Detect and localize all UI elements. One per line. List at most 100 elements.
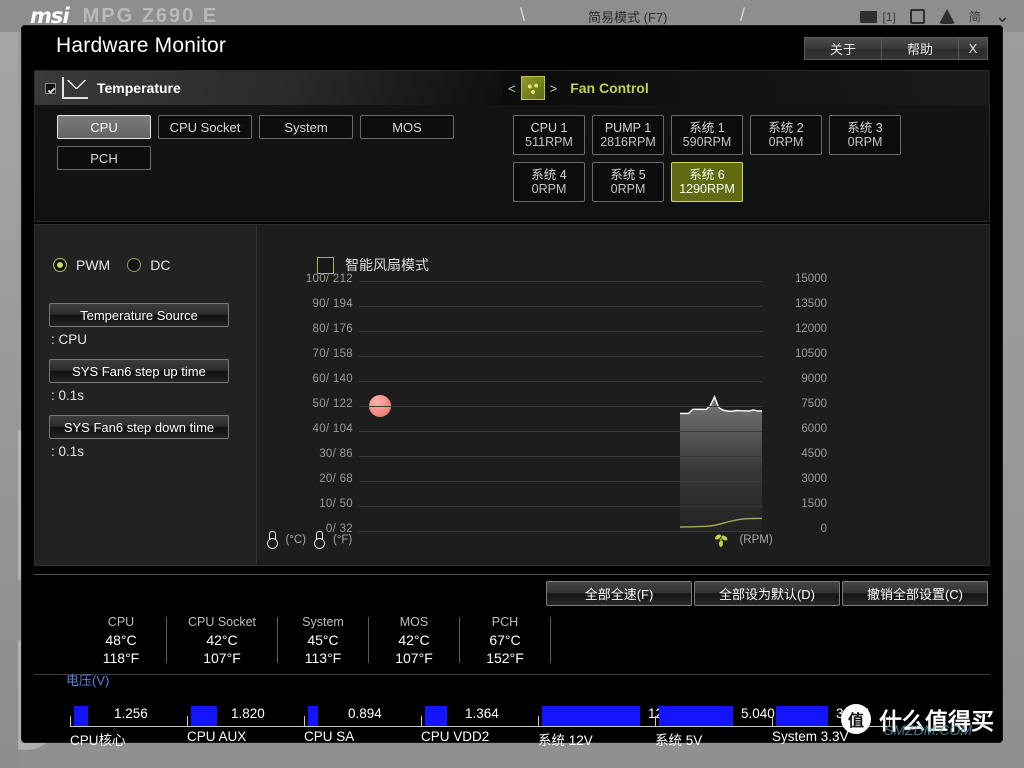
- window-titlebar: Hardware Monitor 关于 帮助 X: [22, 26, 1002, 70]
- sensor-pch: PCH 67°C 152°F: [460, 614, 550, 667]
- y-axis-tick-right: 1500: [771, 498, 827, 510]
- y-axis-tick-right: 3000: [771, 473, 827, 485]
- fan-button-cpu1[interactable]: CPU 1 511RPM: [513, 115, 585, 155]
- sensor-celsius: 48°C: [76, 631, 166, 649]
- legend-rpm-label: (RPM): [739, 534, 772, 546]
- help-button[interactable]: 帮助: [881, 37, 959, 60]
- fan-control-title: Fan Control: [570, 80, 649, 96]
- voltage-label: CPU VDD2: [421, 729, 489, 744]
- close-button[interactable]: X: [958, 37, 988, 60]
- undo-all-button[interactable]: 撤销全部设置(C): [842, 581, 988, 606]
- tab-mos[interactable]: MOS: [360, 115, 454, 139]
- language-icon[interactable]: 简: [969, 8, 981, 25]
- smart-fan-mode-label: 智能风扇模式: [345, 255, 429, 275]
- battery-icon: [860, 11, 877, 23]
- divider: [550, 617, 551, 663]
- temperature-source-button[interactable]: Temperature Source: [49, 303, 229, 327]
- thermometer-fahrenheit-icon: [314, 531, 323, 549]
- legend-celsius-label: (°C): [285, 534, 306, 546]
- y-axis-tick-left: 10/ 50: [273, 498, 353, 510]
- next-arrow-icon[interactable]: >: [550, 81, 558, 96]
- fan-button-sys5[interactable]: 系统 5 0RPM: [592, 162, 664, 202]
- voltage-tick: [421, 716, 422, 727]
- prev-arrow-icon[interactable]: <: [508, 81, 516, 96]
- fan-settings-pane: PWM DC Temperature Source : CPU SYS Fan6…: [35, 225, 257, 565]
- step-up-time-value: : 0.1s: [51, 388, 84, 403]
- step-up-time-button[interactable]: SYS Fan6 step up time: [49, 359, 229, 383]
- gridline: [359, 306, 762, 307]
- fan-button-sys1[interactable]: 系统 1 590RPM: [671, 115, 743, 155]
- sensor-readout-strip: CPU 48°C 118°F CPU Socket 42°C 107°F Sys…: [34, 608, 990, 672]
- shield-icon[interactable]: [939, 9, 955, 24]
- voltage-bar: [542, 706, 640, 726]
- voltage-axis: [70, 726, 890, 727]
- fan-label: CPU 1: [531, 121, 568, 135]
- y-axis-tick-right: 13500: [771, 298, 827, 310]
- fan-label: PUMP 1: [605, 121, 651, 135]
- voltage-tick: [70, 716, 71, 727]
- sensor-celsius: 45°C: [278, 631, 368, 649]
- hardware-monitor-window: Hardware Monitor 关于 帮助 X Temperature < >…: [22, 26, 1002, 742]
- sensor-fahrenheit: 107°F: [167, 649, 277, 667]
- gridline: [359, 431, 762, 432]
- step-down-time-button[interactable]: SYS Fan6 step down time: [49, 415, 229, 439]
- smart-fan-mode-checkbox[interactable]: [317, 257, 334, 274]
- chart-legend: (°C) (°F): [257, 531, 989, 553]
- gridline: [359, 281, 762, 282]
- y-axis-tick-left: 70/ 158: [273, 348, 353, 360]
- fan-button-sys4[interactable]: 系统 4 0RPM: [513, 162, 585, 202]
- easy-mode-label[interactable]: 简易模式 (F7): [588, 7, 667, 26]
- sensor-fahrenheit: 107°F: [369, 649, 459, 667]
- about-button[interactable]: 关于: [804, 37, 882, 60]
- fan-value: 2816RPM: [600, 135, 656, 150]
- sensor-system: System 45°C 113°F: [278, 614, 368, 667]
- screenshot-icon[interactable]: [910, 9, 925, 24]
- sensor-fahrenheit: 113°F: [278, 649, 368, 667]
- voltage-label: System 3.3V: [772, 729, 849, 744]
- voltage-bar: [425, 706, 447, 726]
- tab-cpu-socket[interactable]: CPU Socket: [158, 115, 252, 139]
- y-axis-tick-right: 10500: [771, 348, 827, 360]
- voltage-label: CPU AUX: [187, 729, 246, 744]
- voltage-tick: [772, 716, 773, 727]
- fan-label: 系统 6: [689, 168, 724, 182]
- sensor-name: PCH: [460, 614, 550, 631]
- voltage-bar: [659, 706, 733, 726]
- fan-button-sys3[interactable]: 系统 3 0RPM: [829, 115, 901, 155]
- temperature-enable-checkbox[interactable]: [45, 83, 56, 94]
- tab-pch[interactable]: PCH: [57, 146, 151, 170]
- sensor-mos: MOS 42°C 107°F: [369, 614, 459, 667]
- watermark-subtext: SMZDM.COM: [884, 722, 972, 738]
- y-axis-tick-left: 50/ 122: [273, 398, 353, 410]
- fan-value: 511RPM: [525, 135, 573, 150]
- sensor-celsius: 42°C: [369, 631, 459, 649]
- sensor-name: System: [278, 614, 368, 631]
- radio-pwm[interactable]: [53, 258, 67, 272]
- chart-plot-area[interactable]: 100/ 2121500090/ 1941350080/ 1761200070/…: [359, 281, 762, 531]
- bios-status-icons: [1] 简 ⌄: [860, 6, 1010, 27]
- main-body: PWM DC Temperature Source : CPU SYS Fan6…: [34, 224, 990, 566]
- radio-dc-label: DC: [150, 257, 170, 273]
- all-default-button[interactable]: 全部设为默认(D): [694, 581, 840, 606]
- radio-dc[interactable]: [127, 258, 141, 272]
- gridline: [359, 506, 762, 507]
- y-axis-tick-left: 60/ 140: [273, 373, 353, 385]
- window-buttons: 关于 帮助 X: [805, 37, 988, 60]
- tab-system[interactable]: System: [259, 115, 353, 139]
- sensor-name: MOS: [369, 614, 459, 631]
- fan-button-sys6[interactable]: 系统 6 1290RPM: [671, 162, 743, 202]
- tab-cpu[interactable]: CPU: [57, 115, 151, 139]
- fan-curve-chart: 智能风扇模式: [257, 225, 989, 565]
- fan-button-pump1[interactable]: PUMP 1 2816RPM: [592, 115, 664, 155]
- chevron-down-icon[interactable]: ⌄: [995, 6, 1010, 27]
- sensor-name: CPU Socket: [167, 614, 277, 631]
- y-axis-tick-left: 40/ 104: [273, 423, 353, 435]
- y-axis-tick-left: 20/ 68: [273, 473, 353, 485]
- msi-logo: msi: [30, 4, 69, 28]
- gridline: [359, 381, 762, 382]
- fan-mode-radios: PWM DC: [53, 257, 170, 273]
- all-full-speed-button[interactable]: 全部全速(F): [546, 581, 692, 606]
- voltage-title: 电压(V): [66, 670, 109, 689]
- fan-button-sys2[interactable]: 系统 2 0RPM: [750, 115, 822, 155]
- sensor-name: CPU: [76, 614, 166, 631]
